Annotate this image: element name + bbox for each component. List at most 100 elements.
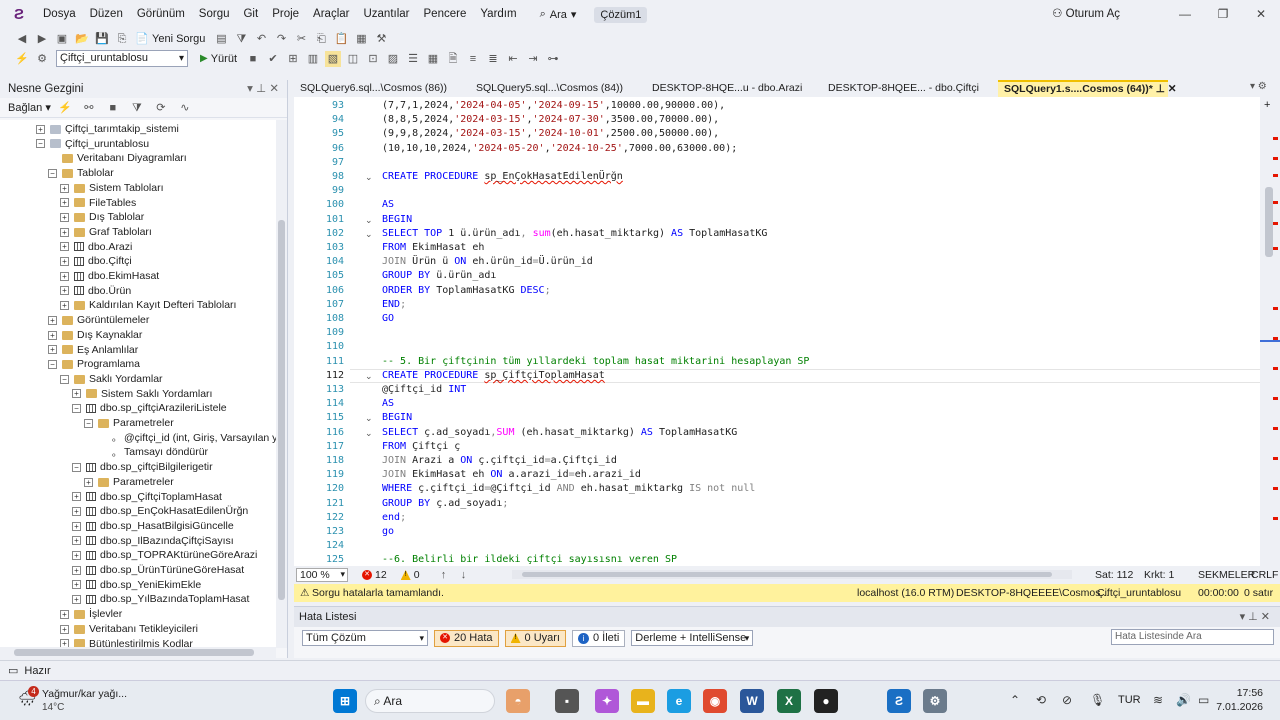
tree-node[interactable]: + Graf Tabloları [60, 225, 152, 240]
live-stats-icon[interactable]: ⊡ [365, 51, 381, 67]
menu-edit[interactable]: Düzen [83, 0, 130, 29]
intellisense-icon[interactable]: ▧ [325, 50, 341, 67]
activity-monitor-icon[interactable]: ▤ [213, 31, 229, 47]
expand-toggle-icon[interactable]: + [60, 198, 69, 208]
expand-toggle-icon[interactable]: + [60, 609, 69, 619]
code-line[interactable]: END; [382, 298, 406, 312]
results-file-icon[interactable]: 🗎 [445, 51, 461, 67]
tree-node[interactable]: − Çiftçi_uruntablosu [36, 137, 149, 152]
document-tab[interactable]: DESKTOP-8HQE...u - dbo.Arazi [646, 80, 822, 97]
code-line[interactable]: JOIN EkimHasat eh ON a.arazi_id=eh.arazi… [382, 468, 641, 482]
filter-icon[interactable]: ⧩ [233, 31, 249, 47]
expand-toggle-icon[interactable]: + [72, 536, 81, 546]
tree-node[interactable]: − Tablolar [48, 166, 114, 181]
tree-node[interactable]: + Eş Anlamlılar [48, 343, 138, 358]
expand-toggle-icon[interactable]: + [72, 580, 81, 590]
save-all-icon[interactable]: ⎘ [114, 31, 130, 47]
tree-node[interactable]: + dbo.sp_ÇiftçiToplamHasat [72, 490, 222, 505]
volume-icon[interactable]: 🔊 [1176, 693, 1191, 707]
tree-node[interactable]: + Veritabanı Tetikleyicileri [60, 622, 198, 637]
clock-date[interactable]: 7.01.2026 [1212, 701, 1263, 713]
menu-window[interactable]: Pencere [417, 0, 474, 29]
code-line[interactable]: ORDER BY ToplamHasatKG DESC; [382, 284, 551, 298]
menu-project[interactable]: Proje [265, 0, 306, 29]
sql-editor[interactable]: 93 (7,7,1,2024,'2024-04-05','2024-09-15',… [294, 97, 1260, 566]
cut-icon[interactable]: ✂ [293, 31, 309, 47]
tree-node[interactable]: ⚬ Tamsayı döndürür [96, 445, 208, 460]
warning-count[interactable]: ! 0 [400, 569, 420, 581]
tree-node[interactable]: + Sistem Saklı Yordamları [72, 387, 212, 402]
minimize-button[interactable]: — [1166, 0, 1204, 29]
tree-node[interactable]: + dbo.sp_TOPRAKtürüneGöreArazi [72, 548, 257, 563]
code-line[interactable]: BEGIN [382, 213, 412, 227]
save-icon[interactable]: 💾 [94, 31, 110, 47]
tab-close-icon[interactable]: ⊥ ✕ [1153, 83, 1177, 95]
tree-node[interactable]: − dbo.sp_çiftçiBilgilerigetir [72, 460, 213, 475]
tray-network-off-icon[interactable]: ⊘ [1062, 693, 1072, 707]
close-button[interactable]: ✕ [1242, 0, 1280, 29]
tree-node[interactable]: − Saklı Yordamlar [60, 372, 163, 387]
specify-values-icon[interactable]: ⊶ [545, 51, 561, 67]
arrow-down-icon[interactable]: ↓ [456, 567, 472, 583]
expand-toggle-icon[interactable]: + [72, 506, 81, 516]
sign-in-button[interactable]: ⚇ Oturum Aç [1052, 0, 1120, 29]
expand-toggle-icon[interactable]: − [72, 404, 81, 414]
arrow-up-icon[interactable]: ↑ [436, 567, 452, 583]
code-line[interactable]: SELECT TOP 1 ü.ürün_adı, sum(eh.hasat_mi… [382, 227, 767, 241]
fold-toggle-icon[interactable]: ⌄ [365, 170, 373, 184]
menu-help[interactable]: Yardım [473, 0, 523, 29]
redo-icon[interactable]: ↷ [273, 31, 289, 47]
settings-icon[interactable]: ⚙ [923, 689, 947, 713]
excel-icon[interactable]: X [777, 689, 801, 713]
tree-node[interactable]: + dbo.sp_YılBazındaToplamHasat [72, 592, 249, 607]
new-project-icon[interactable]: ▣ [54, 31, 70, 47]
code-line[interactable]: (9,9,8,2024,'2024-03-15','2024-10-01',25… [382, 127, 719, 141]
connect-plug-icon[interactable]: ⚡ [57, 100, 73, 116]
menu-extensions[interactable]: Uzantılar [356, 0, 416, 29]
copilot-icon[interactable]: ✦ [595, 689, 619, 713]
expand-toggle-icon[interactable]: + [60, 301, 69, 311]
include-plan-icon[interactable]: ◫ [345, 51, 361, 67]
microphone-icon[interactable]: 🎙 [1090, 693, 1105, 707]
document-tab[interactable]: SQLQuery6.sql...\Cosmos (86)) [294, 80, 470, 97]
expand-toggle-icon[interactable]: + [72, 389, 81, 399]
task-view-icon[interactable]: ▪ [555, 689, 579, 713]
expand-toggle-icon[interactable]: + [60, 227, 69, 237]
results-text-icon[interactable]: ☰ [405, 51, 421, 67]
code-line[interactable]: JOIN Ürün ü ON eh.ürün_id=Ü.ürün_id [382, 255, 593, 269]
tree-node[interactable]: ⚬ @çiftçi_id (int, Giriş, Varsayılan yok [96, 431, 276, 446]
expand-toggle-icon[interactable]: + [72, 595, 81, 605]
expand-toggle-icon[interactable]: + [84, 477, 93, 487]
expand-toggle-icon[interactable]: + [60, 183, 69, 193]
tree-horizontal-scrollbar[interactable] [0, 647, 276, 658]
error-list-search[interactable]: Hata Listesinde Ara [1111, 629, 1274, 645]
execute-button[interactable]: ▶ Yürüt [200, 53, 237, 65]
expand-toggle-icon[interactable]: + [72, 551, 81, 561]
expand-toggle-icon[interactable]: − [84, 418, 93, 428]
copy-icon[interactable]: ⎗ [313, 31, 329, 47]
panel-pin-icon[interactable]: ▾ ⊥ ✕ [247, 80, 279, 98]
tree-node[interactable]: + dbo.sp_IlBazındaÇiftçiSayısı [72, 534, 234, 549]
back-icon[interactable]: ◀ [14, 31, 30, 47]
file-explorer-icon[interactable]: ▬ [631, 689, 655, 713]
tray-chevron-icon[interactable]: ⌃ [1010, 693, 1020, 707]
panel-pin-icon[interactable]: ▾ ⊥ ✕ [1240, 607, 1270, 627]
document-tab[interactable]: DESKTOP-8HQEE... - dbo.Çiftçi [822, 80, 998, 97]
decrease-indent-icon[interactable]: ⇤ [505, 51, 521, 67]
tree-node[interactable]: − Parametreler [84, 416, 174, 431]
fold-toggle-icon[interactable]: ⌄ [365, 369, 373, 383]
new-query-button[interactable]: Yeni Sorgu [152, 33, 205, 45]
menu-query[interactable]: Sorgu [192, 0, 237, 29]
tree-node[interactable]: + Parametreler [84, 475, 174, 490]
media-app-icon[interactable]: ● [814, 689, 838, 713]
expand-toggle-icon[interactable]: − [60, 374, 69, 384]
split-icon[interactable]: + [1264, 99, 1270, 111]
menu-file[interactable]: Dosya [36, 0, 83, 29]
toolbox-icon[interactable]: ⚒ [373, 31, 389, 47]
search-highlight-icon[interactable]: ◓ [506, 689, 530, 713]
tree-node[interactable]: + İşlevler [60, 607, 122, 622]
document-tab[interactable]: SQLQuery5.sql...\Cosmos (84)) [470, 80, 646, 97]
tree-node[interactable]: + dbo.Ürün [60, 284, 131, 299]
language-indicator[interactable]: TUR [1118, 694, 1141, 706]
parse-icon[interactable]: ✔ [265, 51, 281, 67]
